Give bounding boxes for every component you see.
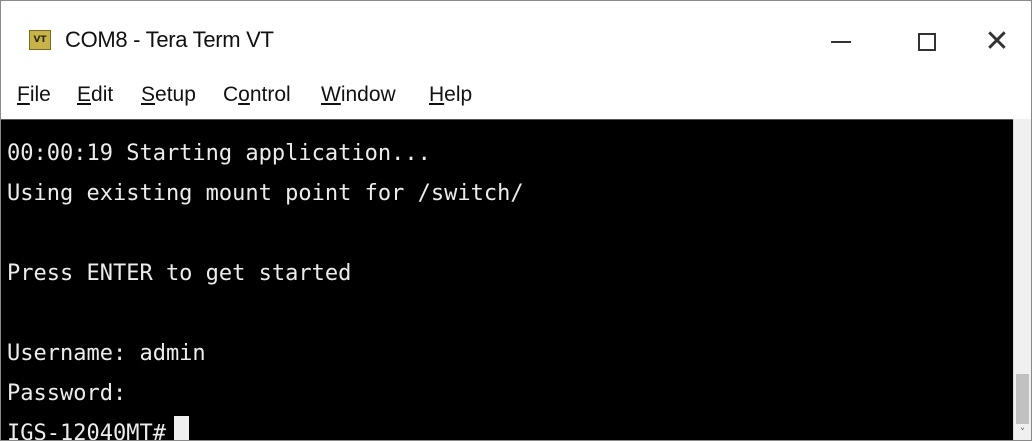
menu-control-accel: o [238,83,250,106]
menu-setup[interactable]: Setup [141,83,196,107]
close-button[interactable]: ✕ [967,19,1027,65]
menu-window[interactable]: Window [321,83,396,107]
terminal-line: Username: admin [7,341,206,366]
close-icon: ✕ [984,24,1010,59]
terminal-line: 00:00:19 Starting application... [7,141,431,166]
text-cursor [173,416,189,440]
menu-bar: File Edit Setup Control Window Help [1,75,1031,119]
menu-control[interactable]: Control [223,83,291,107]
terminal-line: Password: [7,381,127,406]
menu-setup-label: etup [155,83,196,106]
terminal-line: Using existing mount point for /switch/ [7,181,524,206]
teraterm-vt-icon[interactable]: VT [29,30,51,50]
minimize-button[interactable] [811,19,871,65]
menu-help[interactable]: Help [429,83,472,107]
menu-help-label: elp [444,83,473,106]
title-bar[interactable]: VT COM8 - Tera Term VT ✕ [1,1,1031,75]
terminal-line: Press ENTER to get started [7,261,352,286]
menu-help-accel: H [429,83,445,106]
menu-file-accel: F [17,83,30,106]
menu-control-label: ntrol [249,83,291,106]
window-title: COM8 - Tera Term VT [65,27,274,52]
menu-edit-label: dit [91,83,114,106]
menu-file-label: ile [29,83,51,106]
minimize-icon [831,41,851,43]
maximize-icon [918,33,936,51]
maximize-button[interactable] [897,19,957,65]
vertical-scrollbar[interactable]: ˅ [1013,119,1031,440]
teraterm-window: VT COM8 - Tera Term VT ✕ File Edit Setup… [0,0,1032,441]
scroll-down-arrow-icon[interactable]: ˅ [1014,426,1031,440]
terminal-prompt-line: IGS-12040MT# [7,414,1013,441]
menu-setup-accel: S [141,83,156,106]
menu-window-accel: W [321,83,341,106]
terminal-prompt: IGS-12040MT# [7,421,166,441]
terminal-screen[interactable]: 00:00:19 Starting application... Using e… [1,119,1013,441]
menu-edit[interactable]: Edit [77,83,113,107]
menu-control-pre: C [223,83,239,106]
menu-file[interactable]: File [17,83,51,107]
scrollbar-thumb[interactable] [1016,374,1029,424]
menu-edit-accel: E [77,83,92,106]
menu-window-label: indow [340,83,396,106]
